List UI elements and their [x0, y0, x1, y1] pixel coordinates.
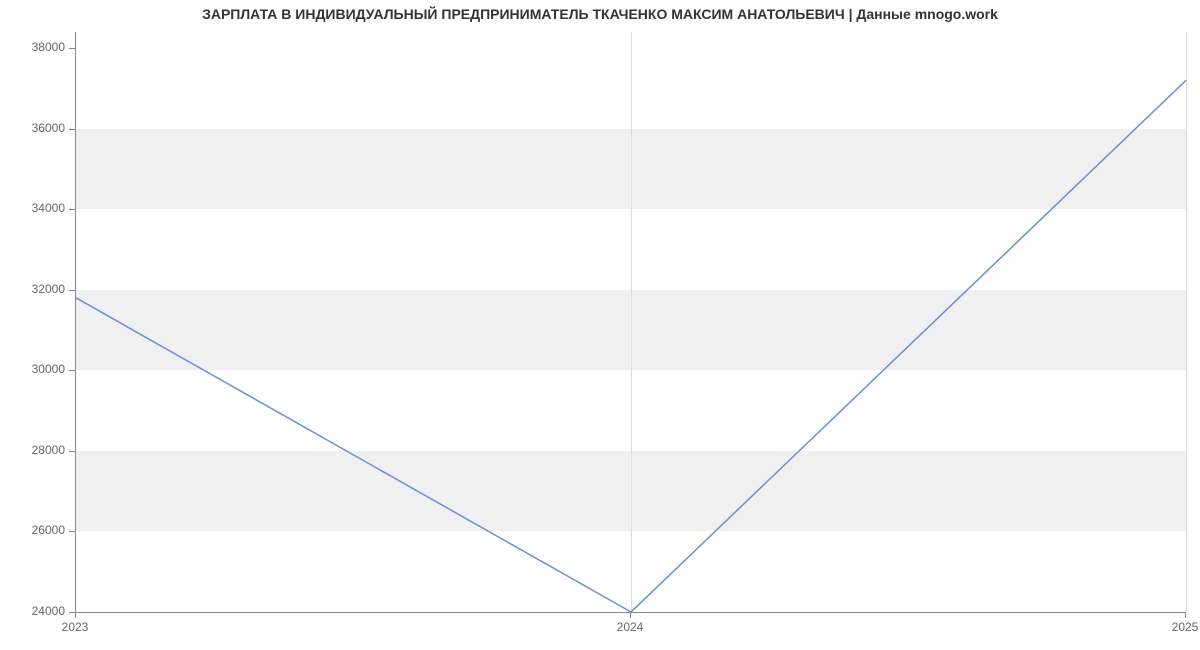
x-tick-mark [75, 612, 76, 618]
chart-container: ЗАРПЛАТА В ИНДИВИДУАЛЬНЫЙ ПРЕДПРИНИМАТЕЛ… [0, 0, 1200, 650]
y-tick-label: 24000 [15, 604, 65, 618]
y-tick-mark [69, 290, 75, 291]
x-tick-label: 2024 [600, 620, 660, 634]
y-tick-label: 34000 [15, 201, 65, 215]
y-tick-mark [69, 209, 75, 210]
chart-title: ЗАРПЛАТА В ИНДИВИДУАЛЬНЫЙ ПРЕДПРИНИМАТЕЛ… [0, 6, 1200, 22]
x-tick-mark [630, 612, 631, 618]
y-tick-label: 32000 [15, 282, 65, 296]
y-tick-mark [69, 129, 75, 130]
series-line [76, 80, 1186, 612]
x-tick-label: 2025 [1155, 620, 1200, 634]
y-tick-mark [69, 48, 75, 49]
y-tick-label: 36000 [15, 121, 65, 135]
plot-area [75, 32, 1186, 613]
y-tick-mark [69, 531, 75, 532]
x-tick-mark [1185, 612, 1186, 618]
y-tick-label: 38000 [15, 40, 65, 54]
y-tick-label: 26000 [15, 523, 65, 537]
y-tick-mark [69, 370, 75, 371]
y-tick-mark [69, 451, 75, 452]
y-tick-label: 28000 [15, 443, 65, 457]
vertical-gridline [1186, 32, 1187, 612]
y-tick-label: 30000 [15, 362, 65, 376]
x-tick-label: 2023 [45, 620, 105, 634]
series-layer [76, 32, 1186, 612]
